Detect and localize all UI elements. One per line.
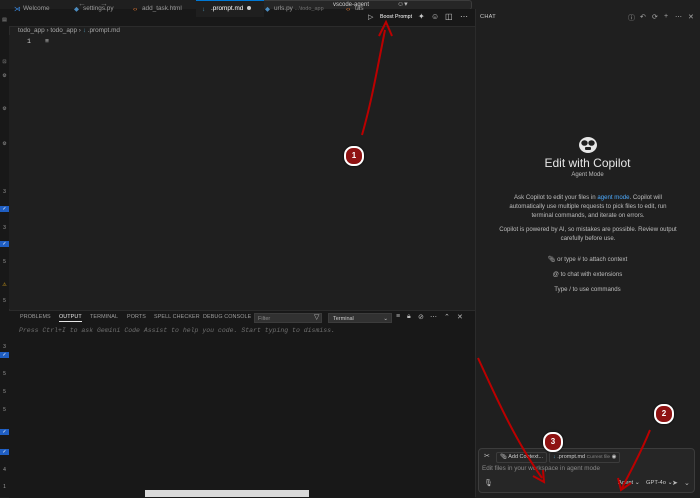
callout-badge-1: 1 <box>344 146 364 166</box>
annotation-arrows <box>361 19 651 492</box>
callout-badge-3: 3 <box>543 432 563 452</box>
callout-badge-2: 2 <box>654 404 674 424</box>
